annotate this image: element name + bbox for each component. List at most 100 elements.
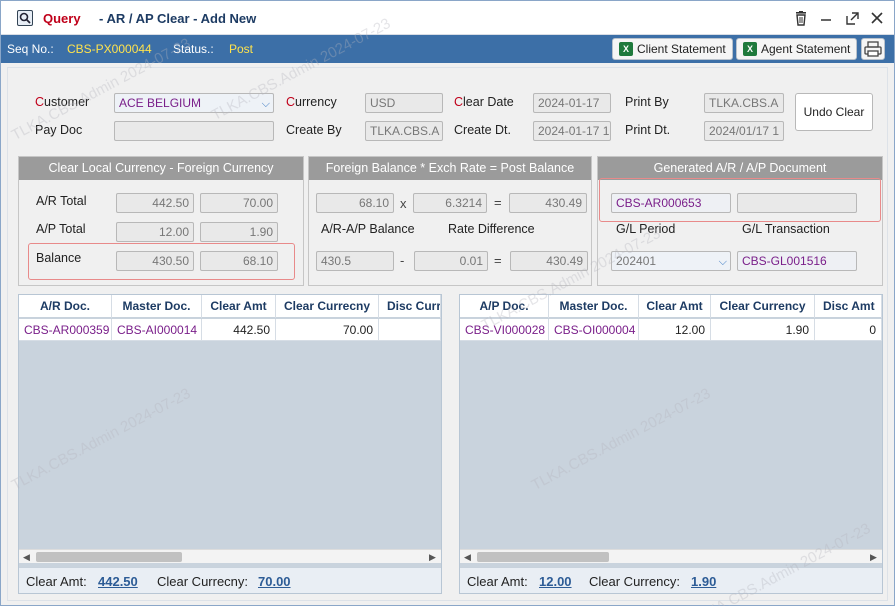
- minus-sign: -: [400, 253, 405, 268]
- ar-doc-cell[interactable]: CBS-AR000359: [19, 319, 112, 341]
- horizontal-scrollbar[interactable]: ◀ ▶: [460, 549, 882, 563]
- gl-period-select[interactable]: 202401 ⌵: [611, 251, 731, 271]
- ap-total-local[interactable]: 12.00: [116, 222, 194, 242]
- table-row[interactable]: CBS-AR000359 CBS-AI000014 442.50 70.00: [19, 319, 441, 341]
- ar-ap-balance-field[interactable]: 430.5: [316, 251, 394, 271]
- print-dt-label: Print Dt.: [625, 123, 671, 137]
- col-master-doc[interactable]: Master Doc.: [112, 295, 202, 318]
- client-statement-label: Client Statement: [637, 42, 726, 56]
- scroll-left-icon[interactable]: ◀: [23, 550, 30, 564]
- disc-curr-cell[interactable]: [379, 319, 441, 341]
- customer-select[interactable]: ACE BELGIUM ⌵: [114, 93, 274, 113]
- ar-total-label: A/R Total: [36, 194, 87, 208]
- clear-currency-cell[interactable]: 1.90: [711, 319, 815, 341]
- clear-currency-cell[interactable]: 70.00: [276, 319, 379, 341]
- minimize-icon[interactable]: [818, 11, 834, 27]
- generated-document-field[interactable]: CBS-AR000653: [611, 193, 731, 213]
- col-master-doc[interactable]: Master Doc.: [549, 295, 639, 318]
- foreign-balance-panel: Foreign Balance * Exch Rate = Post Balan…: [308, 156, 592, 286]
- generated-document-panel: Generated A/R / A/P Document CBS-AR00065…: [597, 156, 883, 286]
- gl-transaction-field[interactable]: CBS-GL001516: [737, 251, 857, 271]
- scroll-left-icon[interactable]: ◀: [464, 550, 471, 564]
- create-dt-label: Create Dt.: [454, 123, 511, 137]
- balance-local[interactable]: 430.50: [116, 251, 194, 271]
- ar-doc-grid: A/R Doc. Master Doc. Clear Amt Clear Cur…: [18, 294, 442, 594]
- print-by-label: Print By: [625, 95, 669, 109]
- table-row[interactable]: CBS-VI000028 CBS-OI000004 12.00 1.90 0: [460, 319, 882, 341]
- rate-difference-field[interactable]: 0.01: [414, 251, 488, 271]
- currency-field[interactable]: USD: [365, 93, 443, 113]
- col-clear-amt[interactable]: Clear Amt: [639, 295, 711, 318]
- clear-amt-cell[interactable]: 12.00: [639, 319, 711, 341]
- trash-icon[interactable]: [793, 11, 809, 27]
- result-field[interactable]: 430.49: [510, 251, 588, 271]
- ar-total-foreign[interactable]: 70.00: [200, 193, 278, 213]
- generated-document-extra-field[interactable]: [737, 193, 857, 213]
- ar-ap-clear-window: Query - AR / AP Clear - Add New Seq No.:…: [0, 0, 895, 606]
- col-ap-doc[interactable]: A/P Doc.: [460, 295, 549, 318]
- pay-doc-field[interactable]: [114, 121, 274, 141]
- info-bar: Seq No.: CBS-PX000044 Status.: Post X Cl…: [1, 35, 894, 63]
- multiply-sign: x: [400, 196, 407, 211]
- col-clear-currency[interactable]: Clear Currecny: [276, 295, 379, 318]
- disc-amt-cell[interactable]: 0: [815, 319, 882, 341]
- create-dt-field[interactable]: 2024-01-17 1: [533, 121, 611, 141]
- print-dt-field[interactable]: 2024/01/17 1: [704, 121, 784, 141]
- footer-clear-currency-label: Clear Currency:: [589, 574, 681, 589]
- col-clear-amt[interactable]: Clear Amt: [202, 295, 276, 318]
- ap-doc-grid: A/P Doc. Master Doc. Clear Amt Clear Cur…: [459, 294, 883, 594]
- col-disc-curr[interactable]: Disc Curr: [379, 295, 441, 318]
- close-icon[interactable]: [869, 11, 885, 27]
- foreign-balance-field[interactable]: 68.10: [316, 193, 394, 213]
- create-by-field[interactable]: TLKA.CBS.A: [365, 121, 443, 141]
- scrollbar-thumb[interactable]: [477, 552, 609, 562]
- ar-total-local[interactable]: 442.50: [116, 193, 194, 213]
- horizontal-scrollbar[interactable]: ◀ ▶: [19, 549, 441, 563]
- master-doc-cell[interactable]: CBS-AI000014: [112, 319, 202, 341]
- exch-rate-field[interactable]: 6.3214: [413, 193, 487, 213]
- panel-title: Clear Local Currency - Foreign Currency: [19, 157, 303, 180]
- print-by-field[interactable]: TLKA.CBS.A: [704, 93, 784, 113]
- title-bar: Query - AR / AP Clear - Add New: [1, 1, 894, 35]
- balance-label: Balance: [36, 251, 82, 265]
- client-statement-button[interactable]: X Client Statement: [612, 38, 733, 60]
- ap-total-foreign[interactable]: 1.90: [200, 222, 278, 242]
- seq-label: Seq No.:: [7, 42, 54, 56]
- panel-title: Foreign Balance * Exch Rate = Post Balan…: [309, 157, 591, 180]
- footer-clear-amt-value[interactable]: 12.00: [539, 574, 572, 589]
- col-disc-amt[interactable]: Disc Amt: [815, 295, 882, 318]
- footer-clear-amt-value[interactable]: 442.50: [98, 574, 138, 589]
- scroll-right-icon[interactable]: ▶: [870, 550, 877, 564]
- col-clear-currency[interactable]: Clear Currency: [711, 295, 815, 318]
- balance-foreign[interactable]: 68.10: [200, 251, 278, 271]
- rate-difference-label: Rate Difference: [448, 222, 535, 236]
- ar-grid-header: A/R Doc. Master Doc. Clear Amt Clear Cur…: [19, 295, 441, 318]
- excel-icon: X: [743, 42, 757, 56]
- print-button[interactable]: [861, 38, 885, 60]
- gl-period-label: G/L Period: [616, 222, 676, 236]
- scroll-right-icon[interactable]: ▶: [429, 550, 436, 564]
- footer-clear-currency-label: Clear Currecny:: [157, 574, 249, 589]
- clear-amt-cell[interactable]: 442.50: [202, 319, 276, 341]
- ap-doc-cell[interactable]: CBS-VI000028: [460, 319, 549, 341]
- equals-sign: =: [494, 195, 502, 210]
- footer-clear-currency-value[interactable]: 70.00: [258, 574, 291, 589]
- form-content: Customer ACE BELGIUM ⌵ Currency USD Clea…: [7, 67, 888, 601]
- seq-value: CBS-PX000044: [67, 42, 152, 56]
- scrollbar-thumb[interactable]: [36, 552, 182, 562]
- undo-clear-button[interactable]: Undo Clear: [795, 93, 873, 131]
- agent-statement-label: Agent Statement: [761, 42, 851, 56]
- ar-grid-footer: Clear Amt: 442.50 Clear Currecny: 70.00: [19, 567, 441, 593]
- agent-statement-button[interactable]: X Agent Statement: [736, 38, 858, 60]
- customer-label: Customer: [35, 95, 90, 109]
- clear-date-label: Clear Date: [454, 95, 514, 109]
- footer-clear-amt-label: Clear Amt:: [467, 574, 528, 589]
- maximize-icon[interactable]: [844, 11, 860, 27]
- master-doc-cell[interactable]: CBS-OI000004: [549, 319, 639, 341]
- status-label: Status.:: [173, 42, 214, 56]
- post-balance-field[interactable]: 430.49: [509, 193, 587, 213]
- footer-clear-currency-value[interactable]: 1.90: [691, 574, 716, 589]
- excel-icon: X: [619, 42, 633, 56]
- clear-date-field[interactable]: 2024-01-17: [533, 93, 611, 113]
- col-ar-doc[interactable]: A/R Doc.: [19, 295, 112, 318]
